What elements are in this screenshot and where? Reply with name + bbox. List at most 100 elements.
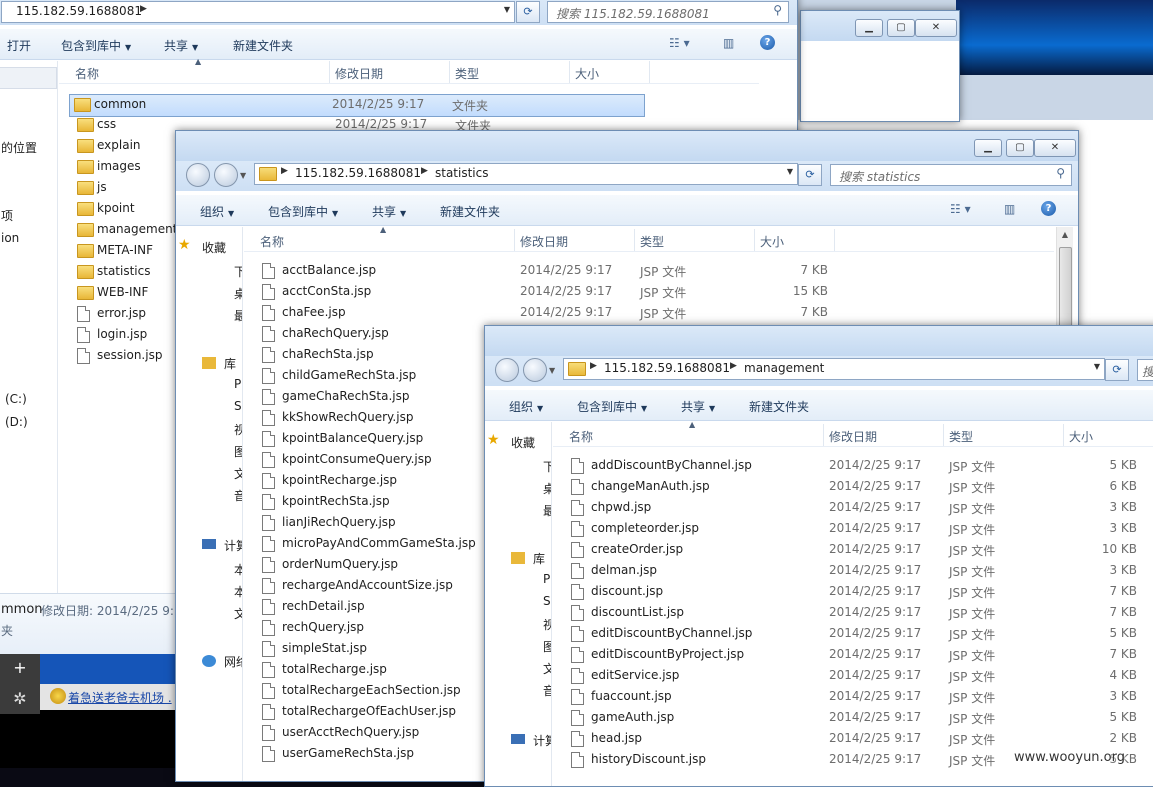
share-button[interactable]: 共享 ▼ <box>164 37 198 54</box>
include-in-library-button[interactable]: 包含到库中 ▼ <box>268 203 338 220</box>
folder-row[interactable]: common 2014/2/25 9:17 文件夹 <box>69 94 645 117</box>
nav-item[interactable]: S <box>543 594 551 614</box>
column-size[interactable]: 大小 <box>760 233 784 250</box>
file-row[interactable]: chpwd.jsp 2014/2/25 9:17 JSP 文件 3 KB <box>567 498 1152 519</box>
nav-item[interactable]: 最 <box>543 502 551 522</box>
column-type[interactable]: 类型 <box>640 233 664 250</box>
file-row[interactable]: discountList.jsp 2014/2/25 9:17 JSP 文件 7 KB <box>567 603 1152 624</box>
address-segment-root[interactable]: 115.182.59.1688081 <box>295 166 421 180</box>
column-date[interactable]: 修改日期 <box>520 233 568 250</box>
address-bar[interactable]: 115.182.59.1688081 ▶ ▼ <box>1 1 515 23</box>
refresh-icon[interactable]: ⟳ <box>516 1 540 23</box>
nav-item[interactable]: 项 <box>1 207 13 227</box>
column-date[interactable]: 修改日期 <box>829 428 877 445</box>
share-button[interactable]: 共享 ▼ <box>681 398 715 415</box>
nav-item[interactable]: 本 <box>234 561 242 581</box>
share-button[interactable]: 共享 ▼ <box>372 203 406 220</box>
nav-item-drive-c[interactable]: (C:) <box>5 392 27 412</box>
chevron-right-icon[interactable]: ▶ <box>730 361 737 371</box>
close-icon[interactable]: ✕ <box>915 19 957 37</box>
nav-item[interactable]: 图 <box>543 638 551 658</box>
search-icon[interactable]: ⚲ <box>773 3 782 17</box>
refresh-icon[interactable]: ⟳ <box>1105 359 1129 381</box>
view-options-icon[interactable]: ☷ ▾ <box>950 202 971 216</box>
address-bar[interactable]: ▶ 115.182.59.1688081 ▶ statistics ▼ <box>254 163 798 185</box>
notification-item[interactable]: 着急送老爸去机场 . <box>40 684 176 710</box>
file-row[interactable]: acctBalance.jsp 2014/2/25 9:17 JSP 文件 7 KB <box>258 261 838 282</box>
nav-item-drive-d[interactable]: (D:) <box>5 415 28 435</box>
chevron-down-icon[interactable]: ▼ <box>1094 362 1100 371</box>
column-type[interactable]: 类型 <box>949 428 973 445</box>
address-segment-folder[interactable]: statistics <box>435 166 489 180</box>
new-folder-button[interactable]: 新建文件夹 <box>749 398 809 415</box>
nav-item[interactable]: 桌 <box>234 285 242 305</box>
nav-item[interactable]: P <box>234 377 241 397</box>
help-icon[interactable]: ? <box>760 35 775 50</box>
back-button[interactable] <box>186 163 210 187</box>
close-icon[interactable]: ✕ <box>1034 139 1076 157</box>
nav-libraries[interactable]: 库 <box>202 355 236 375</box>
new-folder-button[interactable]: 新建文件夹 <box>440 203 500 220</box>
preview-pane-icon[interactable]: ▥ <box>1004 202 1015 216</box>
file-row[interactable]: completeorder.jsp 2014/2/25 9:17 JSP 文件 3 K… <box>567 519 1152 540</box>
organize-button[interactable]: 组织 ▼ <box>509 398 543 415</box>
file-row[interactable]: editService.jsp 2014/2/25 9:17 JSP 文件 4 KB <box>567 666 1152 687</box>
nav-item[interactable]: 的位置 <box>1 139 37 159</box>
maximize-icon[interactable]: ▢ <box>887 19 915 37</box>
nav-favorites[interactable]: ★ 收藏 <box>178 237 226 259</box>
file-row[interactable]: addDiscountByChannel.jsp 2014/2/25 9:17 JS… <box>567 456 1152 477</box>
gear-icon[interactable]: ✲ <box>0 684 40 714</box>
nav-item[interactable]: 音 <box>543 682 551 702</box>
scroll-up-icon[interactable]: ▲ <box>1057 227 1073 243</box>
organize-button[interactable]: 组织 ▼ <box>200 203 234 220</box>
search-box[interactable]: 搜 <box>1137 359 1153 381</box>
column-date[interactable]: 修改日期 <box>335 65 383 82</box>
recent-pages-icon[interactable]: ▼ <box>240 171 246 180</box>
file-row[interactable]: fuaccount.jsp 2014/2/25 9:17 JSP 文件 3 KB <box>567 687 1152 708</box>
nav-favorites[interactable]: ★ 收藏 <box>487 432 535 454</box>
chevron-right-icon[interactable]: ▶ <box>281 166 288 176</box>
nav-item[interactable]: 桌 <box>543 480 551 500</box>
search-box[interactable]: 搜索 statistics ⚲ <box>830 164 1072 186</box>
chevron-down-icon[interactable]: ▼ <box>504 5 510 14</box>
new-folder-button[interactable]: 新建文件夹 <box>233 37 293 54</box>
file-row[interactable]: chaFee.jsp 2014/2/25 9:17 JSP 文件 7 KB <box>258 303 838 324</box>
chevron-right-icon[interactable]: ▶ <box>590 361 597 371</box>
nav-item[interactable]: P <box>543 572 550 592</box>
nav-item[interactable]: 最 <box>234 307 242 327</box>
search-icon[interactable]: ⚲ <box>1056 166 1065 180</box>
column-name[interactable]: 名称 <box>75 65 99 82</box>
file-row[interactable]: head.jsp 2014/2/25 9:17 JSP 文件 2 KB <box>567 729 1152 750</box>
column-name[interactable]: 名称 <box>569 428 593 445</box>
address-bar[interactable]: ▶ 115.182.59.1688081 ▶ management ▼ <box>563 358 1105 380</box>
column-size[interactable]: 大小 <box>1069 428 1093 445</box>
nav-item[interactable]: 本 <box>234 583 242 603</box>
include-in-library-button[interactable]: 包含到库中 ▼ <box>577 398 647 415</box>
nav-computer[interactable]: 计算 <box>511 732 551 752</box>
chevron-right-icon[interactable]: ▶ <box>140 4 147 14</box>
nav-item[interactable]: 文 <box>234 605 242 625</box>
nav-item[interactable]: 视 <box>234 421 242 441</box>
open-button[interactable]: 打开 <box>7 37 31 54</box>
file-row[interactable]: editDiscountByProject.jsp 2014/2/25 9:17 J… <box>567 645 1152 666</box>
column-size[interactable]: 大小 <box>575 65 599 82</box>
address-segment-folder[interactable]: management <box>744 361 824 375</box>
minimize-icon[interactable]: ▁ <box>974 139 1002 157</box>
help-icon[interactable]: ? <box>1041 201 1056 216</box>
nav-computer[interactable]: 计算 <box>202 537 242 557</box>
forward-button[interactable] <box>523 358 547 382</box>
file-row[interactable]: createOrder.jsp 2014/2/25 9:17 JSP 文件 10 KB <box>567 540 1152 561</box>
nav-item[interactable]: S <box>234 399 242 419</box>
nav-item[interactable]: 图 <box>234 443 242 463</box>
nav-item[interactable]: 文 <box>234 465 242 485</box>
file-row[interactable]: delman.jsp 2014/2/25 9:17 JSP 文件 3 KB <box>567 561 1152 582</box>
address-segment-root[interactable]: 115.182.59.1688081 <box>604 361 730 375</box>
nav-item[interactable]: 视 <box>543 616 551 636</box>
forward-button[interactable] <box>214 163 238 187</box>
nav-libraries[interactable]: 库 <box>511 550 545 570</box>
nav-network[interactable]: 网络 <box>202 653 242 673</box>
view-options-icon[interactable]: ☷ ▾ <box>669 36 690 50</box>
column-name[interactable]: 名称 <box>260 233 284 250</box>
search-box[interactable]: 搜索 115.182.59.1688081 ⚲ <box>547 1 789 23</box>
chevron-right-icon[interactable]: ▶ <box>421 166 428 176</box>
